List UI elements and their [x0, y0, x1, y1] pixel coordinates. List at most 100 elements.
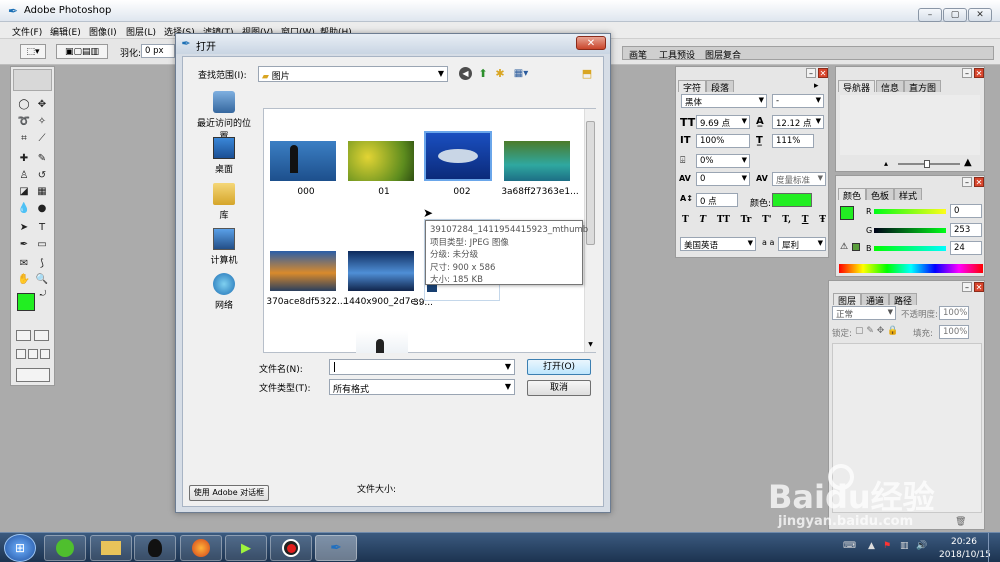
all-caps-button[interactable]: TT — [717, 215, 730, 229]
brush-tool-icon[interactable]: ✎ — [34, 151, 50, 165]
taskbar-360-icon[interactable] — [44, 535, 86, 561]
hand-tool-icon[interactable]: ✋ — [16, 272, 32, 286]
start-button[interactable]: ⊞ — [4, 534, 36, 562]
feather-input[interactable]: 0 px — [141, 44, 175, 58]
eraser-tool-icon[interactable]: ◪ — [16, 184, 32, 198]
eyedropper-tool-icon[interactable]: ⟆ — [34, 256, 50, 270]
zoom-in-icon[interactable]: ▲ — [964, 157, 972, 168]
menu-file[interactable]: 文件(F) — [12, 25, 42, 38]
file-item[interactable]: 002 — [424, 129, 500, 197]
palette-well-layer-comps[interactable]: 图层复合 — [705, 48, 741, 61]
minimize-button[interactable]: – — [918, 8, 942, 22]
file-item[interactable]: 370ace8df5322... — [266, 239, 346, 307]
tray-flag-icon[interactable]: ⚑ — [883, 541, 891, 551]
panel-minimize-icon[interactable]: – — [962, 177, 972, 187]
tray-volume-icon[interactable]: 🔊 — [916, 541, 927, 551]
clock-time[interactable]: 20:26 — [951, 537, 977, 547]
file-item[interactable]: 3a68ff27363e1... — [501, 129, 579, 197]
superscript-button[interactable]: T' — [762, 215, 771, 229]
new-folder-icon[interactable]: ✱ — [493, 66, 507, 80]
gamut-warning-icon[interactable]: ⚠ — [840, 242, 848, 252]
tracking-select[interactable]: 0 ▼ — [696, 172, 750, 186]
jump-to-imageready-icon[interactable] — [16, 368, 50, 382]
crop-tool-icon[interactable]: ⌗ — [16, 131, 32, 145]
red-slider[interactable] — [874, 209, 946, 214]
cancel-button[interactable]: 取消 — [527, 380, 591, 396]
lasso-tool-icon[interactable]: ➰ — [16, 114, 32, 128]
up-folder-icon[interactable]: ⬆ — [476, 66, 490, 80]
tab-channels[interactable]: 通道 — [861, 293, 890, 307]
text-style-buttons[interactable]: T T TT Tr T' T, T Ŧ — [682, 215, 826, 229]
scroll-down-icon[interactable]: ▼ — [586, 339, 595, 349]
tab-layers[interactable]: 图层 — [833, 293, 862, 307]
tray-keyboard-icon[interactable]: ⌨ — [843, 541, 856, 551]
restore-button[interactable]: ▢ — [943, 8, 967, 22]
tray-network-icon[interactable]: ▥ — [900, 541, 909, 551]
faux-italic-button[interactable]: T — [699, 215, 706, 229]
panel-minimize-icon[interactable]: – — [806, 68, 816, 78]
blue-input[interactable]: 24 — [950, 241, 982, 255]
tab-info[interactable]: 信息 — [876, 80, 905, 94]
zoom-out-icon[interactable]: ▴ — [884, 159, 888, 168]
file-thumbnail-partial[interactable] — [356, 331, 408, 353]
place-network[interactable]: 网络 — [193, 273, 255, 311]
anti-alias-select[interactable]: 犀利 ▼ — [778, 237, 826, 251]
slice-tool-icon[interactable]: ⟋ — [34, 131, 50, 145]
lock-icons[interactable]: ▢ ✎ ✥ 🔒 — [855, 326, 898, 336]
back-icon[interactable]: ◀ — [459, 67, 472, 80]
blend-mode-select[interactable]: 正常 ▼ — [832, 306, 896, 320]
panel-close-icon[interactable]: ✕ — [974, 282, 984, 292]
gamut-color-swatch[interactable] — [852, 243, 860, 251]
show-desktop-button[interactable] — [988, 533, 1000, 562]
foreground-color-swatch[interactable] — [17, 293, 35, 311]
faux-bold-button[interactable]: T — [682, 215, 689, 229]
desktop-folder-icon[interactable]: ⬒ — [580, 66, 594, 80]
blur-tool-icon[interactable]: 💧 — [16, 201, 32, 215]
use-adobe-dialog-button[interactable]: 使用 Adobe 对话框 — [189, 485, 269, 501]
fill-input[interactable]: 100% — [939, 325, 969, 339]
clock-date[interactable]: 2018/10/15 — [939, 550, 991, 560]
view-menu-icon[interactable]: ▦▾ — [511, 66, 531, 80]
healing-brush-tool-icon[interactable]: ✚ — [16, 151, 32, 165]
screen-mode-icons[interactable] — [16, 349, 52, 361]
small-caps-button[interactable]: Tr — [741, 215, 752, 229]
taskbar-photoshop-icon[interactable]: ✒ — [315, 535, 357, 561]
place-recent[interactable]: 最近访问的位置 — [193, 91, 255, 142]
vertical-scale-input[interactable]: 100% — [696, 134, 750, 148]
tab-paragraph[interactable]: 段落 — [706, 80, 735, 94]
green-slider[interactable] — [874, 228, 946, 233]
subscript-button[interactable]: T, — [782, 215, 791, 229]
horizontal-scale-input[interactable]: 111% — [772, 134, 814, 148]
color-ramp[interactable] — [839, 264, 983, 273]
pen-tool-icon[interactable]: ✒ — [16, 237, 32, 251]
language-select[interactable]: 美国英语 ▼ — [680, 237, 756, 251]
file-item[interactable]: 000 — [268, 129, 344, 197]
leading-input[interactable]: 12.12 点 ▼ — [772, 115, 824, 129]
taskbar-media-icon[interactable]: ▶ — [225, 535, 267, 561]
panel-close-icon[interactable]: ✕ — [974, 68, 984, 78]
font-family-select[interactable]: 黑体 ▼ — [681, 94, 767, 108]
tab-navigator[interactable]: 导航器 — [838, 80, 876, 94]
tab-styles[interactable]: 样式 — [894, 188, 923, 202]
tab-color[interactable]: 颜色 — [838, 188, 867, 202]
palette-well-brushes[interactable]: 画笔 — [629, 48, 647, 61]
menu-edit[interactable]: 编辑(E) — [50, 25, 81, 38]
filetype-select[interactable]: 所有格式 ▼ — [329, 379, 515, 395]
panel-close-icon[interactable]: ✕ — [818, 68, 828, 78]
type-tool-icon[interactable]: T — [34, 220, 50, 234]
tray-arrow-icon[interactable]: ▲ — [868, 541, 875, 551]
menu-image[interactable]: 图像(I) — [89, 25, 117, 38]
font-size-input[interactable]: 9.69 点 ▼ — [696, 115, 750, 129]
swap-colors-icon[interactable]: ⤾ — [37, 289, 49, 299]
move-tool-icon[interactable]: ✥ — [34, 97, 50, 111]
lookin-combo[interactable]: ▰ 图片 ▼ — [258, 66, 448, 82]
menu-layer[interactable]: 图层(L) — [126, 25, 156, 38]
tab-swatches[interactable]: 色板 — [866, 188, 895, 202]
tab-character[interactable]: 字符 — [678, 80, 707, 94]
green-input[interactable]: 253 — [950, 223, 982, 237]
history-brush-tool-icon[interactable]: ↺ — [34, 168, 50, 182]
tsume-select[interactable]: 0% ▼ — [696, 154, 750, 168]
dodge-tool-icon[interactable]: ● — [34, 201, 50, 215]
tab-histogram[interactable]: 直方图 — [904, 80, 942, 94]
gradient-tool-icon[interactable]: ▦ — [34, 184, 50, 198]
